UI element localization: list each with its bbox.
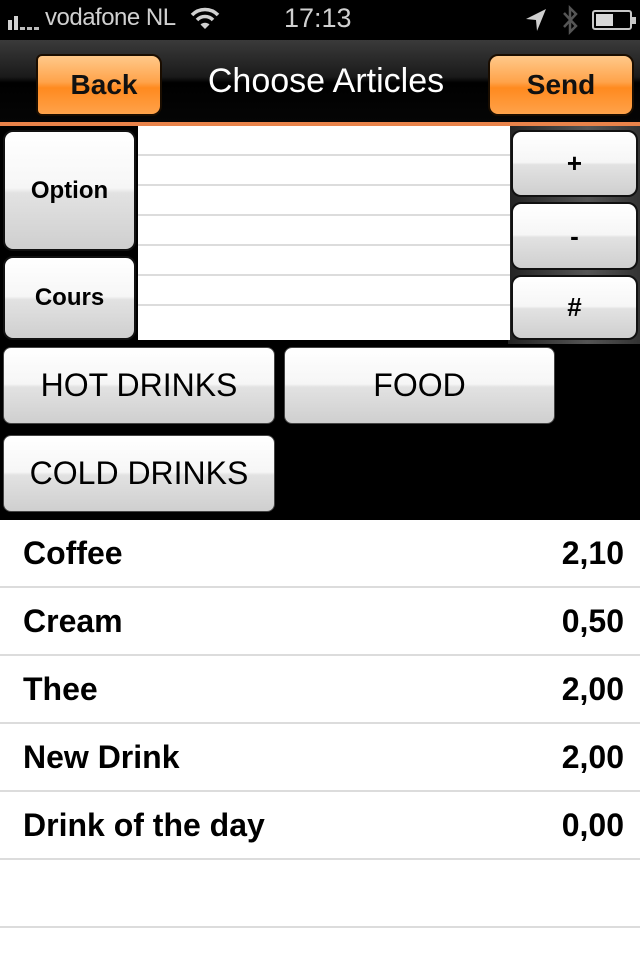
category-label: COLD DRINKS xyxy=(29,455,249,491)
minus-icon: - xyxy=(570,220,579,251)
back-button[interactable]: Back xyxy=(14,54,162,118)
back-arrow-icon xyxy=(14,54,78,118)
category-label: FOOD xyxy=(373,367,466,403)
order-line[interactable] xyxy=(138,306,510,336)
article-name: New Drink xyxy=(23,738,180,775)
navigation-bar: Back Choose Articles Send xyxy=(0,40,640,126)
order-line[interactable] xyxy=(138,246,510,276)
category-hot-drinks-button[interactable]: HOT DRINKS xyxy=(3,347,275,424)
article-row[interactable]: Coffee 2,10 xyxy=(0,520,640,588)
option-label: Option xyxy=(30,176,109,204)
order-line[interactable] xyxy=(138,186,510,216)
article-row[interactable]: Cream 0,50 xyxy=(0,588,640,656)
carrier-name: vodafone NL xyxy=(45,4,176,31)
article-price: 2,00 xyxy=(561,738,624,775)
decrease-quantity-button[interactable]: - xyxy=(511,202,638,270)
empty-row xyxy=(0,860,640,928)
article-name: Thee xyxy=(23,670,98,707)
article-row[interactable]: Drink of the day 0,00 xyxy=(0,792,640,860)
increase-quantity-button[interactable]: + xyxy=(511,130,638,197)
wifi-icon xyxy=(190,7,219,29)
category-label: HOT DRINKS xyxy=(40,367,238,403)
article-name: Drink of the day xyxy=(23,806,265,843)
article-name: Cream xyxy=(23,602,123,639)
article-price: 0,50 xyxy=(561,602,624,639)
hash-icon: # xyxy=(567,292,582,322)
order-line[interactable] xyxy=(138,126,510,156)
category-cold-drinks-button[interactable]: COLD DRINKS xyxy=(3,435,275,512)
article-price: 2,00 xyxy=(561,670,624,707)
category-food-button[interactable]: FOOD xyxy=(284,347,555,424)
article-price: 0,00 xyxy=(561,806,624,843)
article-list: Coffee 2,10 Cream 0,50 Thee 2,00 New Dri… xyxy=(0,520,640,960)
order-line[interactable] xyxy=(138,276,510,306)
option-button[interactable]: Option xyxy=(3,130,136,251)
cours-button[interactable]: Cours xyxy=(3,256,136,340)
article-row[interactable]: New Drink 2,00 xyxy=(0,724,640,792)
page-title: Choose Articles xyxy=(207,62,445,100)
article-name: Coffee xyxy=(23,534,123,571)
bluetooth-icon xyxy=(563,5,578,35)
order-line[interactable] xyxy=(138,216,510,246)
order-list[interactable] xyxy=(138,126,510,340)
article-row[interactable]: Thee 2,00 xyxy=(0,656,640,724)
send-label: Send xyxy=(526,69,596,100)
signal-icon xyxy=(8,6,39,30)
clock: 17:13 xyxy=(284,3,352,33)
order-line[interactable] xyxy=(138,156,510,186)
article-price: 2,10 xyxy=(561,534,624,571)
plus-icon: + xyxy=(566,148,583,178)
set-quantity-button[interactable]: # xyxy=(511,275,638,340)
status-bar: vodafone NL 17:13 xyxy=(0,0,640,40)
send-button[interactable]: Send xyxy=(488,54,634,116)
back-label: Back xyxy=(70,69,138,100)
battery-icon xyxy=(592,10,636,30)
cours-label: Cours xyxy=(34,284,105,311)
location-icon xyxy=(526,9,546,31)
